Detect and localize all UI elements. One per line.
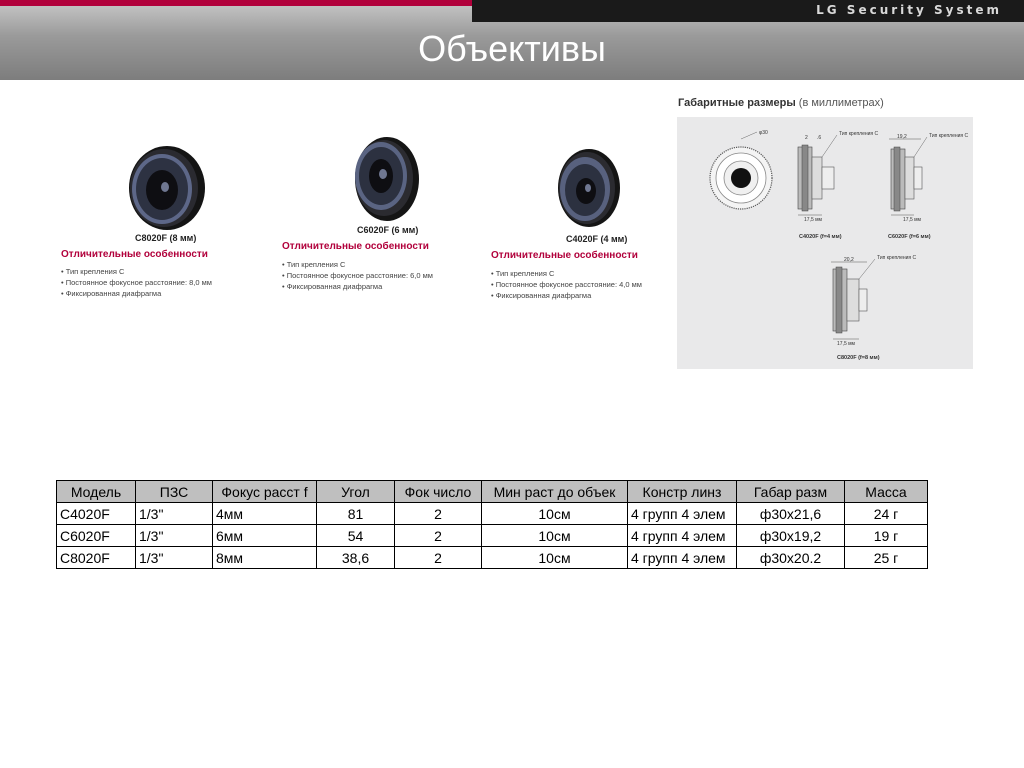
cell-lens-construction: 4 групп 4 элем: [627, 546, 737, 569]
cell-angle: 54: [316, 524, 395, 547]
cell-min-distance: 10см: [481, 502, 628, 525]
table-header-row: Модель ПЗС Фокус расст f Угол Фок число …: [56, 480, 928, 503]
cell-lens-construction: 4 групп 4 элем: [627, 524, 737, 547]
header-accent-line: [0, 0, 472, 6]
feature-item: Постоянное фокусное расстояние: 4,0 мм: [491, 279, 642, 290]
col-header: Мин раст до объек: [481, 480, 628, 503]
lens-caption: C8020F (8 мм): [135, 233, 197, 243]
cell-fnumber: 2: [394, 524, 482, 547]
dim-caption-c6020f: C6020F (f=6 мм): [888, 234, 931, 240]
col-header: Угол: [316, 480, 395, 503]
cell-model: C8020F: [56, 546, 136, 569]
dim-width-label-3: 17,5 мм: [837, 341, 856, 347]
cell-ccd: 1/3": [135, 524, 213, 547]
features-title: Отличительные особенности: [491, 250, 638, 261]
features-title: Отличительные особенности: [282, 241, 429, 252]
features-list: Тип крепления C Постоянное фокусное расс…: [282, 259, 433, 292]
dim-6-label: .6: [817, 135, 821, 141]
cell-focal: 6мм: [212, 524, 317, 547]
table-row: C4020F 1/3" 4мм 81 2 10см 4 групп 4 элем…: [56, 502, 928, 525]
lens-image: [355, 137, 419, 221]
feature-item: Постоянное фокусное расстояние: 6,0 мм: [282, 270, 433, 281]
cell-ccd: 1/3": [135, 546, 213, 569]
lens-caption: C4020F (4 мм): [566, 234, 628, 244]
dim-width-label: 17,5 мм: [804, 217, 823, 223]
cell-weight: 24 г: [844, 502, 928, 525]
feature-item: Фиксированная диафрагма: [61, 288, 212, 299]
dim-caption-c8020f: C8020F (f=8 мм): [837, 355, 880, 361]
col-header: Фокус расст f: [212, 480, 317, 503]
col-header: Констр линз: [627, 480, 737, 503]
cell-model: C4020F: [56, 502, 136, 525]
dim-20-label: 20,2: [844, 257, 854, 263]
cell-lens-construction: 4 групп 4 элем: [627, 502, 737, 525]
lens-image: [129, 146, 205, 230]
cell-ccd: 1/3": [135, 502, 213, 525]
cell-fnumber: 2: [394, 502, 482, 525]
cell-dimensions: ф30x20.2: [736, 546, 845, 569]
slide-header: LG Security System Объективы: [0, 0, 1024, 80]
feature-item: Тип крепления C: [491, 268, 642, 279]
cell-focal: 4мм: [212, 502, 317, 525]
col-header: Габар разм: [736, 480, 845, 503]
lens-image: [558, 149, 620, 227]
table-row: C8020F 1/3" 8мм 38,6 2 10см 4 групп 4 эл…: [56, 546, 928, 569]
feature-item: Тип крепления C: [282, 259, 433, 270]
cell-focal: 8мм: [212, 546, 317, 569]
c6020f-side-drawing: 19,2 Тип крепления C 17,5 мм C6020F (f=6…: [888, 133, 969, 240]
col-header: Фок число: [394, 480, 482, 503]
cell-dimensions: ф30x21,6: [736, 502, 845, 525]
dim-2-label: 2: [805, 135, 808, 141]
dim-mount-label-2: Тип крепления C: [929, 133, 969, 139]
col-header: Модель: [56, 480, 136, 503]
feature-item: Фиксированная диафрагма: [491, 290, 642, 301]
cell-dimensions: ф30x19,2: [736, 524, 845, 547]
features-title: Отличительные особенности: [61, 249, 208, 260]
brand-name: LG Security System: [816, 3, 1002, 17]
cell-model: C6020F: [56, 524, 136, 547]
dimensions-panel: φ30 17,5 мм 2 .6 Тип крепления C C4020F …: [677, 117, 973, 369]
features-list: Тип крепления C Постоянное фокусное расс…: [491, 268, 642, 301]
cell-min-distance: 10см: [481, 546, 628, 569]
feature-item: Фиксированная диафрагма: [282, 281, 433, 292]
cell-fnumber: 2: [394, 546, 482, 569]
cell-weight: 25 г: [844, 546, 928, 569]
dim-19-label: 19,2: [897, 134, 907, 140]
page-title: Объективы: [418, 28, 606, 69]
feature-item: Постоянное фокусное расстояние: 8,0 мм: [61, 277, 212, 288]
front-view-drawing: φ30: [709, 130, 773, 210]
feature-item: Тип крепления C: [61, 266, 212, 277]
table-row: C6020F 1/3" 6мм 54 2 10см 4 групп 4 элем…: [56, 524, 928, 547]
dim-width-label-2: 17,5 мм: [903, 217, 922, 223]
cell-angle: 81: [316, 502, 395, 525]
cell-weight: 19 г: [844, 524, 928, 547]
dimensions-title: Габаритные размеры (в миллиметрах): [678, 97, 884, 109]
lens-caption: C6020F (6 мм): [357, 225, 419, 235]
dim-mount-label: Тип крепления C: [839, 131, 879, 137]
col-header: ПЗС: [135, 480, 213, 503]
features-list: Тип крепления C Постоянное фокусное расс…: [61, 266, 212, 299]
specs-table: Модель ПЗС Фокус расст f Угол Фок число …: [56, 480, 928, 569]
col-header: Масса: [844, 480, 928, 503]
dim-phi30-label: φ30: [759, 130, 768, 136]
dim-mount-label-3: Тип крепления C: [877, 255, 917, 261]
cell-angle: 38,6: [316, 546, 395, 569]
c8020f-side-drawing: 20,2 Тип крепления C 17,5 мм C8020F (f=8…: [831, 255, 917, 361]
cell-min-distance: 10см: [481, 524, 628, 547]
dimensions-drawing: φ30 17,5 мм 2 .6 Тип крепления C C4020F …: [709, 130, 969, 361]
dim-caption-c4020f: C4020F (f=4 мм): [799, 234, 842, 240]
dimensions-title-text: Габаритные размеры: [678, 97, 796, 109]
c4020f-side-drawing: 17,5 мм 2 .6 Тип крепления C C4020F (f=4…: [797, 131, 879, 240]
dimensions-subtitle: (в миллиметрах): [798, 97, 884, 109]
